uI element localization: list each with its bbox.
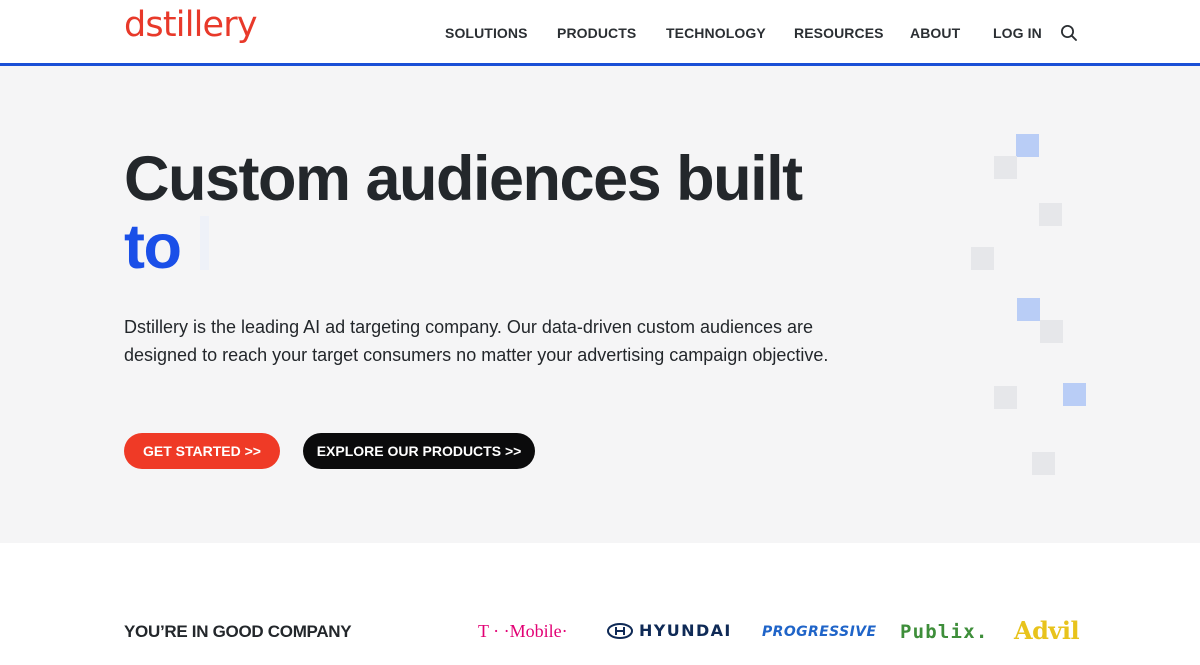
hero-headline-accent: to — [124, 212, 182, 282]
t-mobile-logo: T · ·Mobile· — [478, 621, 568, 641]
hero-section: Custom audiences built to Dstillery is t… — [0, 66, 1200, 543]
decorative-square — [1040, 320, 1063, 343]
hero-description: Dstillery is the leading AI ad targeting… — [124, 317, 829, 365]
hyundai-wordmark: HYUNDAI — [639, 621, 732, 640]
decorative-square — [1017, 298, 1040, 321]
typing-cursor — [200, 216, 209, 270]
decorative-square — [1032, 452, 1055, 475]
hyundai-logo: HYUNDAI — [607, 621, 732, 640]
advil-logo: Advil — [1014, 616, 1080, 645]
nav-about[interactable]: ABOUT — [910, 24, 960, 42]
search-icon[interactable] — [1058, 22, 1080, 44]
hyundai-emblem-icon — [607, 622, 633, 639]
nav-technology[interactable]: TECHNOLOGY — [666, 24, 766, 42]
hero-headline: Custom audiences built — [124, 144, 803, 214]
good-company-heading: YOU’RE IN GOOD COMPANY — [124, 622, 352, 641]
decorative-square — [1039, 203, 1062, 226]
site-header: dstillery SOLUTIONS PRODUCTS TECHNOLOGY … — [0, 0, 1200, 66]
progressive-logo: PROGRESSIVE — [762, 624, 877, 640]
publix-logo: Publix. — [900, 621, 989, 643]
decorative-square — [971, 247, 994, 270]
nav-log-in[interactable]: LOG IN — [993, 24, 1042, 42]
decorative-square — [994, 386, 1017, 409]
nav-solutions[interactable]: SOLUTIONS — [445, 24, 528, 42]
get-started-button[interactable]: GET STARTED >> — [124, 433, 280, 469]
nav-products[interactable]: PRODUCTS — [557, 24, 636, 42]
dstillery-logo[interactable]: dstillery — [124, 8, 258, 43]
nav-resources[interactable]: RESOURCES — [794, 24, 884, 42]
decorative-square — [994, 156, 1017, 179]
explore-products-button[interactable]: EXPLORE OUR PRODUCTS >> — [303, 433, 535, 469]
decorative-square — [1063, 383, 1086, 406]
decorative-square — [1016, 134, 1039, 157]
